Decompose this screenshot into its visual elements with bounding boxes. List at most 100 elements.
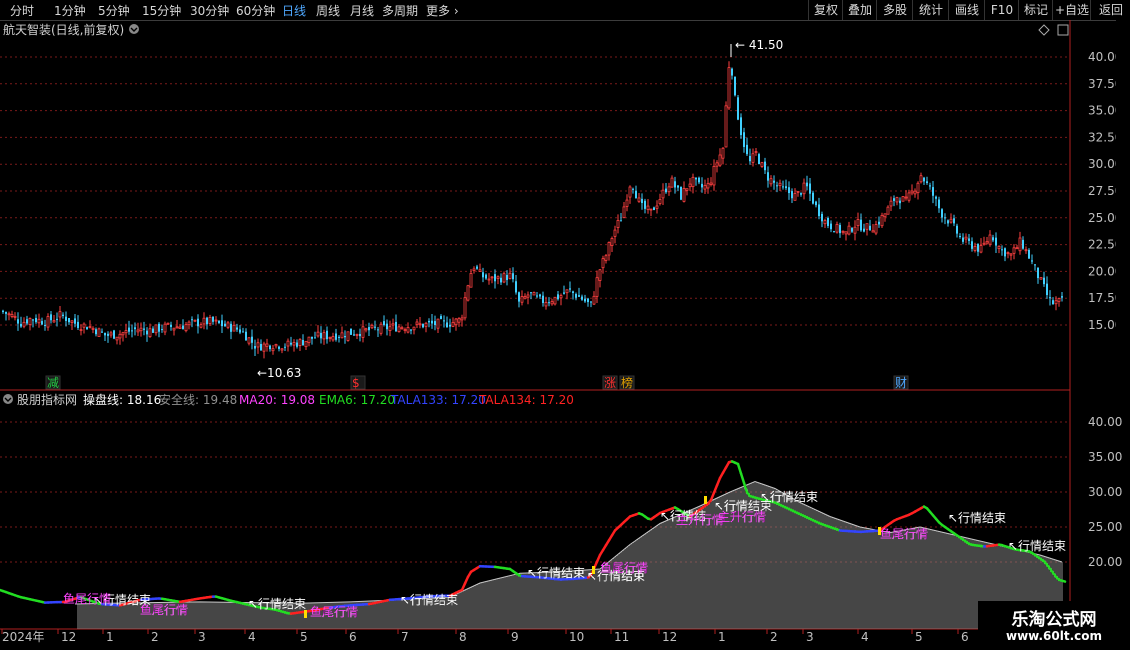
candle-body [827,217,829,226]
candle-body [698,177,700,183]
candle-body [796,190,800,193]
candle-body [667,186,671,193]
candle-body [800,193,802,195]
candle-body [620,220,622,222]
candle-body [449,324,451,327]
candle-body [1046,283,1048,296]
ann-end-6: ↖行情结束 [760,490,818,504]
candle-body [512,273,514,280]
candle-body [746,144,748,155]
candle-body [296,342,298,347]
ann-fish-4: 鱼尾行情 [880,527,928,541]
candle-body [17,319,19,324]
ind-value-0: 操盘线: 18.16 [83,392,161,407]
candle-body [1015,247,1019,250]
candle-body [26,319,28,324]
candle-body [224,323,226,327]
ind-value-5: TALA134: 17.20 [478,393,574,407]
candle-body [776,185,778,187]
candle-body [847,225,851,235]
candle-body [944,217,946,219]
x-label-18: 5 [915,630,923,644]
candle-body [737,97,739,120]
candle-body [239,329,241,333]
candle-body [226,322,230,328]
candle-body [344,335,346,338]
x-label-14: 1 [718,630,726,644]
candle-body [436,318,440,329]
candle-body [947,220,949,224]
ind-value-1: 安全线: 19.48 [159,392,237,407]
candle-body [901,196,905,202]
candle-body [706,183,710,189]
candle-body [298,339,302,346]
candle-body [889,200,893,207]
x-label-10: 9 [511,630,519,644]
candle-body [532,292,536,296]
candle-body [178,326,182,329]
candle-body [548,302,550,304]
candle-body [1057,298,1061,302]
candle-body [587,298,589,303]
candle-body [7,313,11,316]
candle-body [703,185,707,190]
candle-body [607,242,611,256]
candle-body [166,322,170,325]
candle-body [910,190,914,194]
candle-body [199,324,203,328]
candle-body [590,301,592,303]
candle-body [476,266,478,269]
candle-body [791,191,793,199]
candle-body [256,342,260,348]
x-label-12: 11 [614,630,629,644]
candle-body [913,190,917,195]
candle-body [724,105,728,148]
signal-tick-1 [592,566,595,574]
candle-body [578,295,580,297]
candle-body [434,321,436,325]
signal-tick-3 [878,527,881,535]
indicator-bars [77,481,1063,629]
candle-body [628,186,632,198]
candle-body [968,238,970,241]
candle-body [379,323,383,334]
candle-body [677,185,679,188]
candle-body [355,333,359,336]
candle-body [749,155,751,162]
candle-body [559,295,563,299]
candle-body [86,327,88,330]
candle-body [769,178,773,185]
candle-body [307,336,311,343]
candle-body [823,220,827,225]
candle-body [539,294,541,297]
candle-body [734,76,736,96]
right-strip [1116,20,1130,390]
candle-body [926,181,928,183]
candle-body [871,230,875,233]
candle-body [107,333,109,336]
candle-body [271,348,275,352]
candle-body [851,228,853,232]
x-label-16: 3 [806,630,814,644]
candle-body [616,220,620,228]
candle-body [368,327,370,331]
candle-body [886,206,890,215]
candle-body [833,231,835,233]
candle-body [400,327,404,330]
candle-body [929,185,931,187]
candle-body [359,333,361,337]
candle-body [485,274,487,279]
candle-body [5,312,7,314]
candle-body [124,330,128,334]
candle-body [899,200,901,204]
ann-end-1: ↖行情结束 [248,597,306,611]
ann-end-8: ↖行情结束 [1008,539,1066,553]
candle-body [52,320,56,323]
candle-body [865,223,869,230]
candle-body [565,289,569,294]
candle-body [77,321,79,328]
candle-body [377,329,379,331]
candle-body [581,296,583,300]
signal-tick-0 [304,610,307,618]
event-marker-2: 涨 [604,375,616,390]
